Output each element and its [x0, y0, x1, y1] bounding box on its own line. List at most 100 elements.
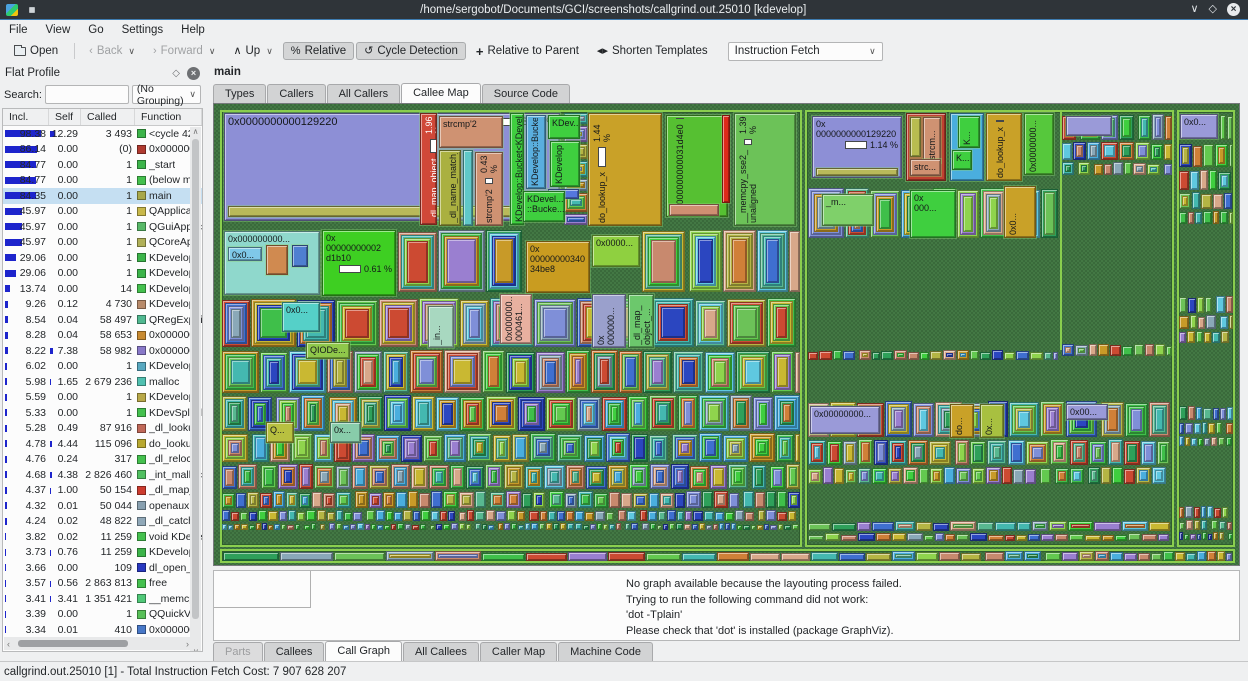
treemap-cell[interactable] [512, 434, 529, 462]
treemap-cell[interactable] [1219, 521, 1226, 530]
treemap-cell[interactable] [970, 350, 979, 360]
treemap-cell[interactable] [591, 350, 618, 393]
treemap-cell[interactable] [725, 512, 734, 521]
treemap-cell[interactable] [1209, 170, 1217, 190]
treemap-cell[interactable] [429, 465, 449, 489]
treemap-cell[interactable] [539, 523, 545, 530]
treemap-cell[interactable] [788, 492, 800, 508]
treemap-cell[interactable] [699, 395, 729, 431]
treemap-cell[interactable] [995, 522, 1016, 531]
treemap-cell[interactable] [1179, 316, 1189, 329]
treemap-cell[interactable] [833, 350, 842, 360]
treemap-cell[interactable] [1062, 143, 1072, 160]
treemap-cell[interactable] [391, 464, 410, 489]
treemap-cell[interactable] [557, 511, 565, 521]
treemap-cell[interactable] [1124, 162, 1132, 175]
treemap-cell[interactable] [1197, 297, 1204, 313]
treemap-cell[interactable] [1075, 345, 1088, 356]
treemap-cell[interactable] [616, 523, 621, 530]
treemap-cell[interactable] [956, 468, 971, 484]
treemap-cell[interactable] [1192, 192, 1200, 209]
treemap-cell[interactable] [475, 523, 481, 530]
treemap-cell[interactable] [578, 491, 593, 508]
treemap-cell[interactable] [1226, 437, 1232, 446]
treemap-cell[interactable] [1213, 408, 1219, 420]
menu-help[interactable]: Help [172, 22, 214, 38]
treemap-cell[interactable] [530, 433, 556, 462]
treemap-cell[interactable] [1049, 521, 1067, 531]
treemap-cell[interactable] [384, 395, 411, 431]
treemap-cell[interactable] [603, 524, 608, 530]
treemap-cell[interactable] [907, 533, 923, 541]
treemap-cell[interactable] [1165, 116, 1172, 140]
treemap-cell[interactable] [929, 441, 951, 465]
treemap-cell[interactable] [1028, 534, 1040, 541]
treemap-cell[interactable] [1078, 162, 1090, 175]
cycle-detection-toggle[interactable]: ↺ Cycle Detection [356, 42, 466, 60]
treemap-cell[interactable] [827, 441, 842, 465]
table-row[interactable]: 13.740.0014KDevelop:: [3, 281, 202, 297]
treemap-cell[interactable] [1185, 506, 1193, 518]
treemap-cell[interactable] [631, 523, 638, 530]
treemap-cell[interactable] [919, 468, 929, 484]
table-row[interactable]: 9.260.124 730KDevelop:: [3, 297, 202, 313]
treemap-cell[interactable] [705, 352, 735, 393]
treemap-cell[interactable] [518, 397, 545, 431]
treemap-cell[interactable] [344, 512, 352, 521]
treemap-cell[interactable] [770, 525, 777, 530]
treemap-cell[interactable] [475, 511, 485, 521]
treemap-cell[interactable] [1151, 553, 1162, 561]
table-row[interactable]: 45.970.001QGuiApplic [3, 219, 202, 235]
treemap-cell[interactable] [412, 396, 435, 431]
treemap-cell[interactable] [745, 512, 754, 521]
treemap-cell[interactable] [355, 491, 368, 508]
treemap-cell[interactable] [786, 464, 800, 489]
treemap-cell[interactable] [916, 522, 932, 531]
tab-machine-code[interactable]: Machine Code [558, 642, 653, 661]
treemap-cell[interactable] [1087, 142, 1100, 160]
treemap-node[interactable] [266, 245, 288, 275]
treemap-cell[interactable] [352, 465, 368, 489]
treemap-cell[interactable] [728, 464, 748, 489]
treemap-node[interactable]: 0x0000000... [1024, 113, 1054, 175]
table-row[interactable]: 86.140.00(0)0x0000000 [3, 142, 202, 158]
treemap-cell[interactable] [669, 523, 675, 530]
treemap-cell[interactable] [549, 491, 564, 508]
treemap-cell[interactable] [557, 434, 583, 462]
treemap-cell[interactable] [1190, 315, 1197, 329]
treemap-cell[interactable] [789, 231, 800, 292]
treemap-cell[interactable] [771, 351, 794, 393]
table-row[interactable]: 29.060.001KDevelop:: [3, 250, 202, 266]
treemap-node[interactable]: strcmp'20.43 % [475, 152, 503, 226]
treemap-cell[interactable] [766, 510, 776, 521]
treemap-cell[interactable] [1194, 423, 1201, 434]
treemap-cell[interactable] [757, 230, 788, 292]
treemap-cell[interactable] [723, 230, 756, 292]
treemap-cell[interactable] [295, 524, 300, 530]
treemap-cell[interactable] [467, 510, 474, 521]
relative-toggle[interactable]: % Relative [283, 42, 354, 60]
menu-go[interactable]: Go [79, 22, 112, 38]
treemap-cell[interactable] [977, 522, 994, 531]
treemap-cell[interactable] [358, 396, 383, 431]
treemap-cell[interactable] [895, 521, 915, 531]
treemap-cell[interactable] [892, 533, 906, 541]
treemap-cell[interactable] [260, 493, 272, 508]
float-icon[interactable]: ◇ [172, 68, 180, 79]
treemap-cell[interactable] [486, 230, 522, 292]
treemap-node[interactable]: KDev... [548, 115, 580, 139]
treemap-cell[interactable] [488, 525, 494, 530]
treemap-cell[interactable] [1190, 171, 1199, 190]
treemap-cell[interactable] [1041, 189, 1058, 238]
treemap-cell[interactable] [583, 525, 589, 530]
treemap-cell[interactable] [640, 510, 647, 521]
treemap-cell[interactable] [391, 524, 396, 530]
treemap-cell[interactable] [1164, 144, 1172, 160]
treemap-cell[interactable] [713, 524, 718, 530]
treemap-cell[interactable] [1017, 522, 1031, 531]
treemap-cell[interactable] [1024, 551, 1041, 561]
treemap-cell[interactable] [606, 512, 614, 521]
treemap-cell[interactable] [843, 441, 857, 465]
treemap-cell[interactable] [729, 493, 739, 508]
treemap-cell[interactable] [792, 524, 799, 530]
